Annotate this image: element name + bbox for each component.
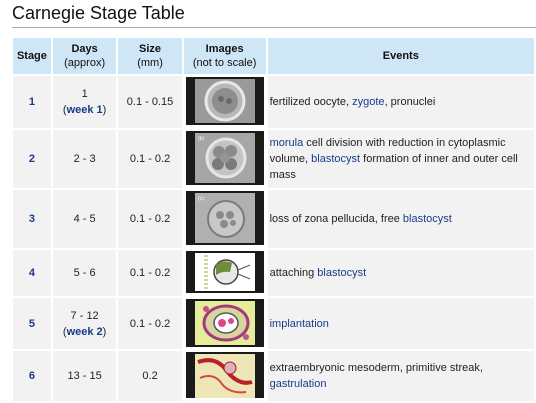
stage-cell: 6 <box>13 351 51 401</box>
stage-link[interactable]: 1 <box>29 96 35 108</box>
events-cell: extraembryonic mesoderm, primitive strea… <box>267 351 534 401</box>
events-cell: implantation <box>267 298 534 349</box>
column-header-events: Events <box>267 38 534 74</box>
svg-text:(c): (c) <box>198 196 204 202</box>
image-cell <box>183 250 266 296</box>
size-cell: 0.2 <box>118 351 182 401</box>
size-cell: 0.1 - 0.15 <box>118 76 182 128</box>
events-cell: fertilized oocyte, zygote, pronuclei <box>267 76 534 128</box>
morula-image[interactable]: (b) <box>185 131 264 187</box>
svg-text:(b): (b) <box>198 136 204 142</box>
attaching-blastocyst-image[interactable] <box>185 251 264 295</box>
event-text: extraembryonic mesoderm, primitive strea… <box>269 362 483 374</box>
image-cell <box>183 351 266 401</box>
days-value: 5 - 6 <box>73 267 96 279</box>
event-link[interactable]: gastrulation <box>270 378 327 390</box>
size-cell: 0.1 - 0.2 <box>118 190 182 248</box>
event-link[interactable]: blastocyst <box>403 213 452 225</box>
table-row: 3 4 - 5 0.1 - 0.2 (c) loss of zona pellucid… <box>13 190 534 248</box>
size-cell: 0.1 - 0.2 <box>118 298 182 349</box>
event-link[interactable]: blastocyst <box>311 153 360 165</box>
page-title: Carnegie Stage Table <box>12 3 185 23</box>
stage-link[interactable]: 6 <box>29 370 35 382</box>
days-value: 13 - 15 <box>67 370 102 382</box>
days-cell: 4 - 5 <box>52 190 117 248</box>
table-row: 2 2 - 3 0.1 - 0.2 (b) morula cell division … <box>13 130 534 188</box>
days-cell: 1 (week 1) <box>52 76 117 128</box>
event-text: attaching <box>269 267 318 279</box>
stage-cell: 3 <box>13 190 51 248</box>
events-cell: loss of zona pellucida, free blastocyst <box>267 190 534 248</box>
events-cell: attaching blastocyst <box>267 250 534 296</box>
implantation-image[interactable] <box>185 299 264 348</box>
event-text: , pronuclei <box>384 96 436 108</box>
column-header-images: Images (not to scale) <box>183 38 266 74</box>
days-value: 1 <box>81 88 88 100</box>
stage-cell: 4 <box>13 250 51 296</box>
gastrulation-image[interactable] <box>185 352 264 400</box>
table-row: 4 5 - 6 0.1 - 0.2 attaching blastocyst <box>13 250 534 296</box>
table-row: 1 1 (week 1) 0.1 - 0.15 fertilized oocyte, … <box>13 76 534 128</box>
image-cell <box>183 76 266 128</box>
image-cell: (b) <box>183 130 266 188</box>
title-divider <box>12 27 536 28</box>
event-text: fertilized oocyte, <box>269 96 353 108</box>
blastocyst-image[interactable]: (c) <box>185 191 264 247</box>
stage-link[interactable]: 5 <box>29 318 35 330</box>
days-value: 7 - 12 <box>70 309 99 322</box>
column-header-days: Days (approx) <box>52 38 117 74</box>
stage-cell: 2 <box>13 130 51 188</box>
table-row: 6 13 - 15 0.2 extraembryonic mesoderm, pri… <box>13 351 534 401</box>
fertilized-oocyte-image[interactable] <box>185 77 264 127</box>
days-cell: 2 - 3 <box>52 130 117 188</box>
image-cell <box>183 298 266 349</box>
days-value: 4 - 5 <box>73 213 96 225</box>
column-header-size: Size (mm) <box>118 38 182 74</box>
event-link[interactable]: zygote <box>352 96 384 108</box>
events-cell: morula cell division with reduction in c… <box>267 130 534 188</box>
days-value: 2 - 3 <box>73 153 96 165</box>
week-link[interactable]: week 2 <box>67 326 103 338</box>
event-link[interactable]: blastocyst <box>317 267 366 279</box>
stage-link[interactable]: 2 <box>29 153 35 165</box>
stage-cell: 5 <box>13 298 51 349</box>
size-cell: 0.1 - 0.2 <box>118 250 182 296</box>
stage-link[interactable]: 4 <box>29 267 35 279</box>
event-link[interactable]: morula <box>270 137 304 149</box>
column-header-stage: Stage <box>13 38 51 74</box>
days-cell: 13 - 15 <box>52 351 117 401</box>
event-text: loss of zona pellucida, free <box>269 213 403 225</box>
stage-link[interactable]: 3 <box>29 213 35 225</box>
stage-cell: 1 <box>13 76 51 128</box>
days-cell: 7 - 12 (week 2) <box>52 298 117 349</box>
size-cell: 0.1 - 0.2 <box>118 130 182 188</box>
carnegie-stage-table: Stage Days (approx) Size (mm) Images (not t… <box>11 36 536 403</box>
days-cell: 5 - 6 <box>52 250 117 296</box>
table-row: 5 7 - 12 (week 2) 0.1 - 0.2 implantation <box>13 298 534 349</box>
image-cell: (c) <box>183 190 266 248</box>
event-link[interactable]: implantation <box>270 318 329 330</box>
week-link[interactable]: week 1 <box>67 104 103 116</box>
